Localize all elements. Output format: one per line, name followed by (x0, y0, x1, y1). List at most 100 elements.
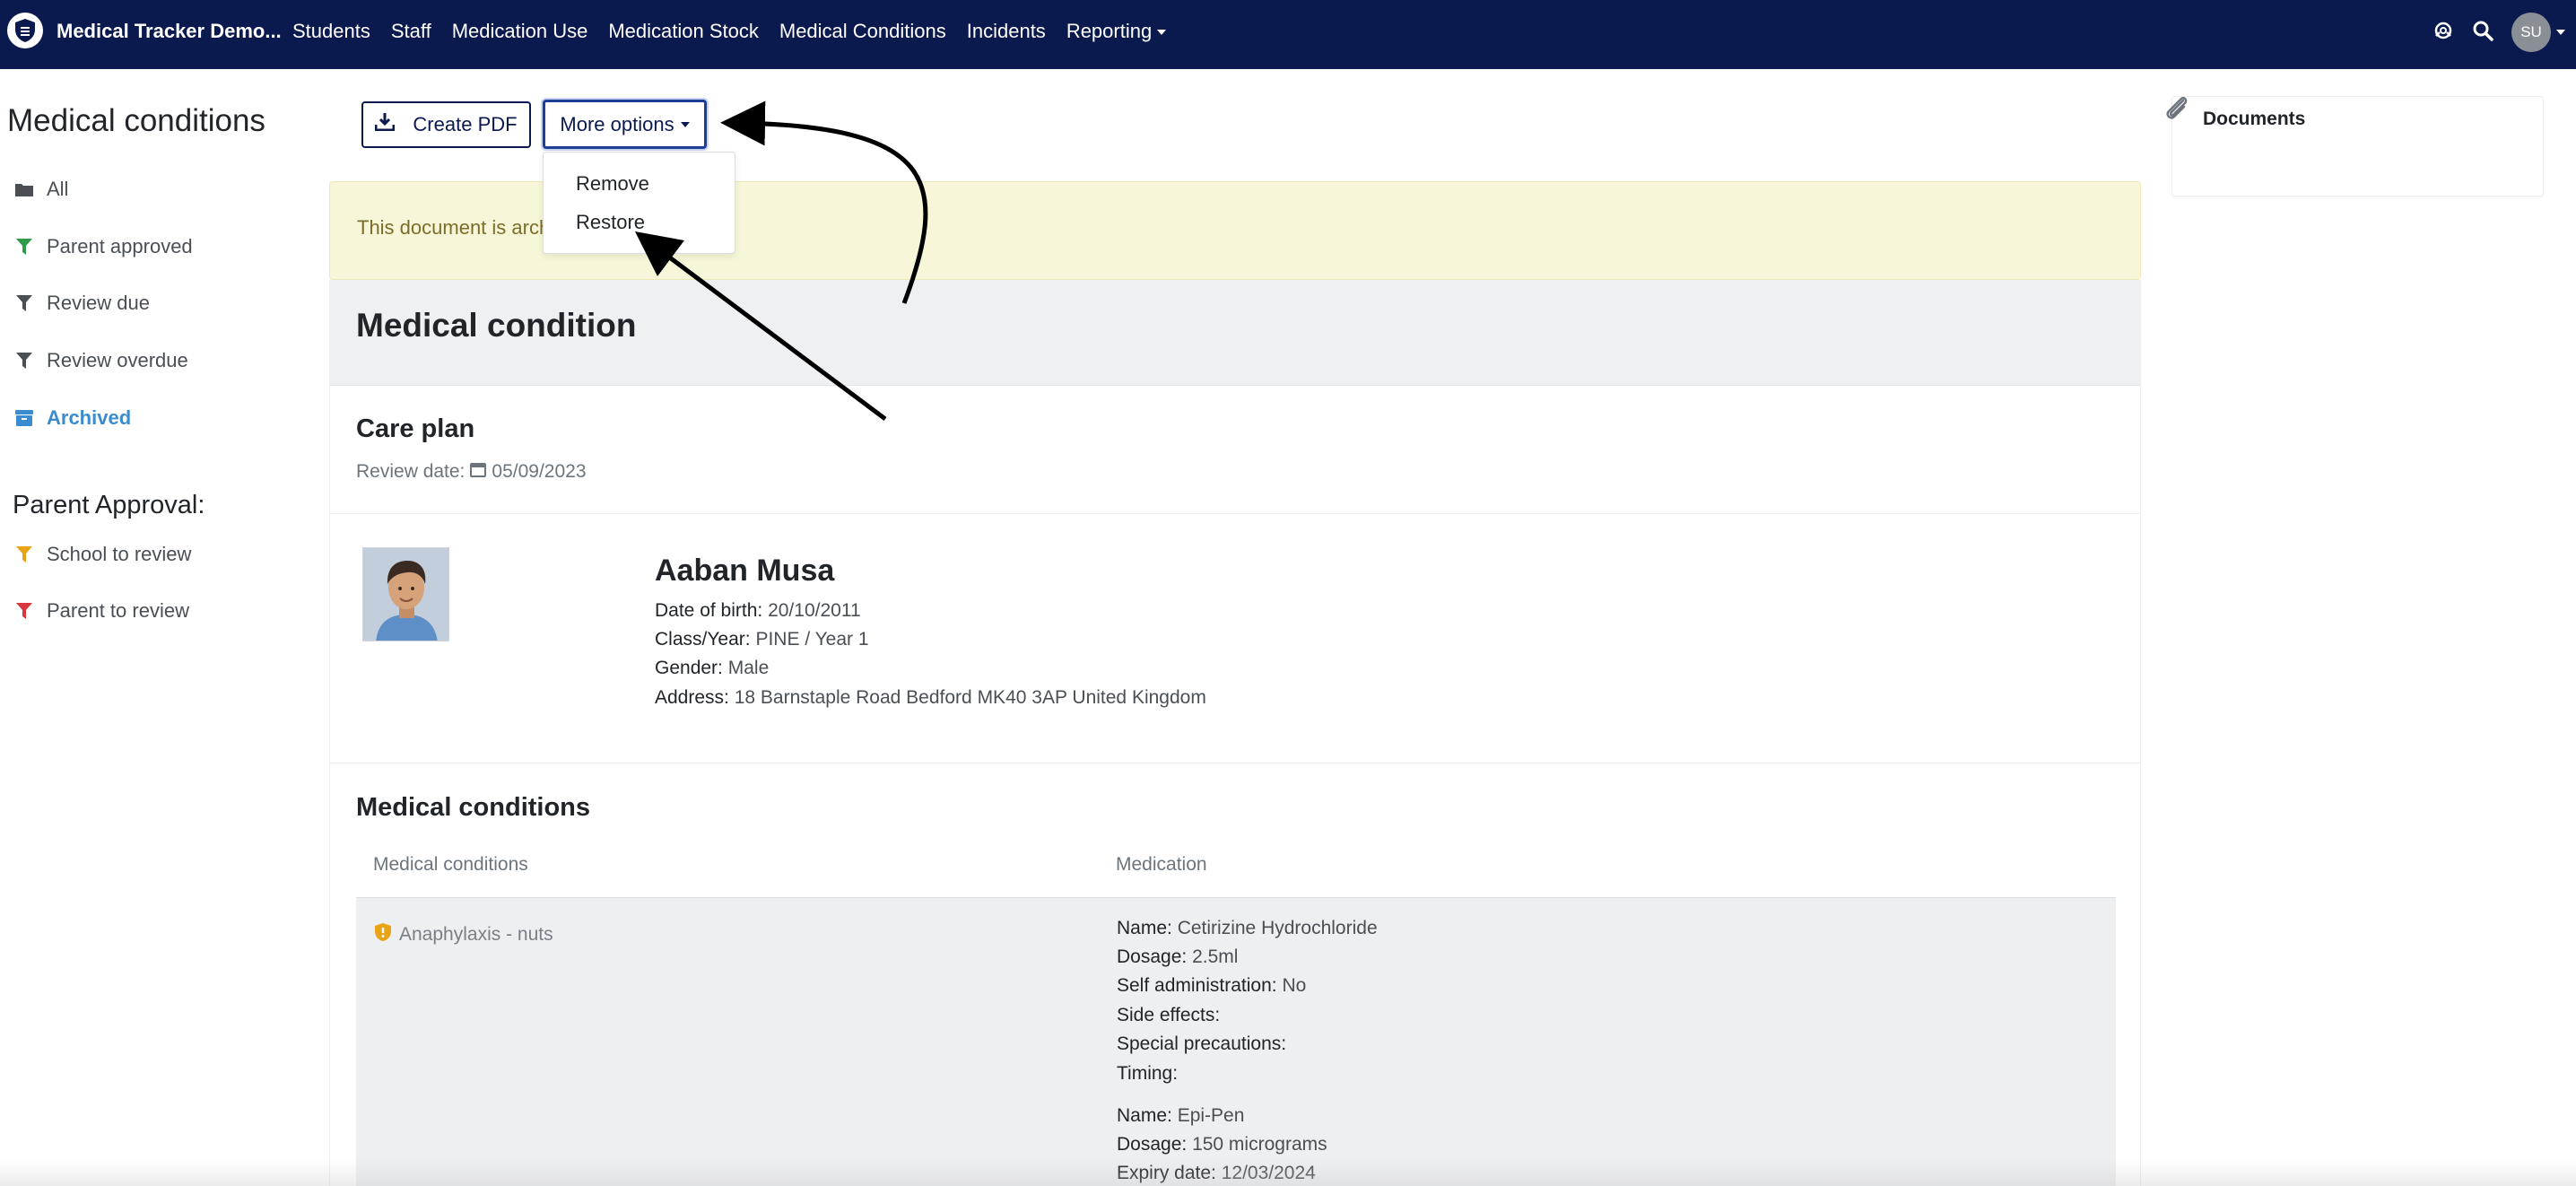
chevron-down-icon (680, 121, 690, 127)
remove-menu-item[interactable]: Remove (576, 172, 649, 196)
divider (330, 513, 2140, 514)
condition-name: Anaphylaxis - nuts (399, 924, 553, 945)
medication-special-precautions: Special precautions: (1117, 1033, 1286, 1055)
class-value: PINE / Year 1 (755, 629, 869, 650)
address-value: 18 Barnstaple Road Bedford MK40 3AP Unit… (734, 687, 1206, 708)
student-class: Class/Year: PINE / Year 1 (655, 629, 869, 650)
chevron-down-icon (1157, 30, 1167, 36)
med-label: Dosage: (1117, 1134, 1188, 1155)
sidebar-item-label: School to review (47, 543, 192, 565)
medication-name: Name: Cetirizine Hydrochloride (1117, 918, 1378, 939)
sidebar-item-review-overdue[interactable]: Review overdue (14, 349, 188, 372)
student-address: Address: 18 Barnstaple Road Bedford MK40… (655, 687, 1206, 709)
help-icon[interactable] (2432, 20, 2454, 46)
nav-students[interactable]: Students (292, 20, 370, 43)
card-header: Medical condition (330, 280, 2140, 386)
medication-expiry: Expiry date: 12/03/2024 (1117, 1163, 1316, 1184)
review-date-label: Review date: (356, 461, 466, 482)
avatar: SU (2511, 13, 2551, 52)
dob-label: Date of birth: (655, 600, 763, 621)
med-label: Timing: (1117, 1063, 1179, 1084)
med-label: Dosage: (1117, 946, 1188, 967)
documents-title[interactable]: Documents (2203, 109, 2305, 130)
care-plan-title: Care plan (356, 414, 475, 443)
review-date-value: 05/09/2023 (492, 461, 587, 482)
review-date: Review date: 05/09/2023 (356, 461, 587, 483)
dob-value: 20/10/2011 (768, 600, 861, 621)
shield-logo-icon[interactable] (7, 13, 43, 48)
top-navbar: Medical Tracker Demo... Students Staff M… (0, 0, 2576, 69)
med-value: 12/03/2024 (1221, 1163, 1316, 1183)
folder-icon (14, 179, 34, 199)
card-title: Medical condition (356, 307, 637, 344)
sidebar-item-label: Review overdue (47, 349, 188, 371)
archive-icon (14, 408, 34, 428)
more-options-button[interactable]: More options (543, 100, 707, 149)
nav-medication-use[interactable]: Medication Use (452, 20, 588, 43)
chevron-down-icon (2556, 30, 2565, 35)
filter-icon (14, 293, 34, 313)
nav-medication-stock[interactable]: Medication Stock (608, 20, 759, 43)
nav-reporting[interactable]: Reporting (1066, 20, 1167, 43)
address-label: Address: (655, 687, 729, 708)
med-label: Name: (1117, 918, 1172, 938)
calendar-icon (470, 461, 487, 483)
download-icon (374, 113, 396, 136)
sidebar-item-label: Review due (47, 292, 150, 314)
nav-links: Students Staff Medication Use Medication… (292, 20, 1187, 43)
sidebar-item-label: Archived (47, 406, 132, 429)
med-label: Side effects: (1117, 1005, 1221, 1025)
med-label: Name: (1117, 1105, 1172, 1126)
condition-cell: Anaphylaxis - nuts (374, 922, 553, 947)
shield-warning-icon (374, 922, 392, 947)
parent-approval-heading: Parent Approval: (13, 491, 205, 519)
column-header-conditions: Medical conditions (373, 854, 528, 875)
alert-text: This document is arch (357, 216, 551, 239)
paperclip-icon (2160, 92, 2192, 128)
med-label: Self administration: (1117, 975, 1277, 996)
student-name: Aaban Musa (655, 554, 835, 588)
med-value: 2.5ml (1192, 946, 1239, 967)
medication-dosage: Dosage: 2.5ml (1117, 946, 1238, 968)
sidebar-item-school-to-review[interactable]: School to review (14, 543, 191, 566)
more-options-dropdown: Remove Restore (543, 152, 735, 254)
user-menu[interactable]: SU (2511, 13, 2565, 52)
sidebar-item-review-due[interactable]: Review due (14, 292, 150, 315)
filter-icon (14, 351, 34, 371)
table-row: Anaphylaxis - nuts Name: Cetirizine Hydr… (356, 897, 2116, 1186)
student-gender: Gender: Male (655, 658, 769, 679)
nav-incidents[interactable]: Incidents (967, 20, 1046, 43)
medication-side-effects: Side effects: (1117, 1005, 1220, 1026)
med-label: Special precautions: (1117, 1033, 1287, 1054)
restore-menu-item[interactable]: Restore (576, 211, 645, 234)
sidebar-title: Medical conditions (7, 103, 265, 138)
more-options-label: More options (560, 112, 674, 135)
filter-icon (14, 601, 34, 621)
med-value: Epi-Pen (1177, 1105, 1245, 1126)
med-value: Cetirizine Hydrochloride (1177, 918, 1378, 938)
nav-medical-conditions[interactable]: Medical Conditions (779, 20, 946, 43)
medical-conditions-title: Medical conditions (356, 793, 591, 822)
documents-panel: Documents (2166, 96, 2544, 196)
filter-icon (14, 545, 34, 564)
sidebar-item-parent-to-review[interactable]: Parent to review (14, 599, 189, 623)
medication-timing: Timing: (1117, 1063, 1178, 1085)
sidebar-item-label: All (47, 178, 69, 200)
brand-name[interactable]: Medical Tracker Demo... (57, 20, 282, 43)
sidebar-item-all[interactable]: All (14, 178, 68, 201)
search-icon[interactable] (2472, 20, 2493, 46)
nav-right: SU (2432, 13, 2565, 52)
med-label: Expiry date: (1117, 1163, 1216, 1183)
column-header-medication: Medication (1116, 854, 1207, 875)
sidebar-item-archived[interactable]: Archived (14, 406, 131, 430)
sidebar-item-parent-approved[interactable]: Parent approved (14, 235, 193, 258)
gender-value: Male (727, 658, 770, 678)
student-photo (362, 547, 449, 641)
create-pdf-button[interactable]: Create PDF (361, 101, 531, 148)
sidebar-item-label: Parent approved (47, 235, 193, 257)
nav-reporting-label: Reporting (1066, 20, 1153, 42)
medication-self-admin: Self administration: No (1117, 975, 1306, 997)
nav-staff[interactable]: Staff (391, 20, 431, 43)
student-dob: Date of birth: 20/10/2011 (655, 600, 861, 622)
class-label: Class/Year: (655, 629, 751, 650)
